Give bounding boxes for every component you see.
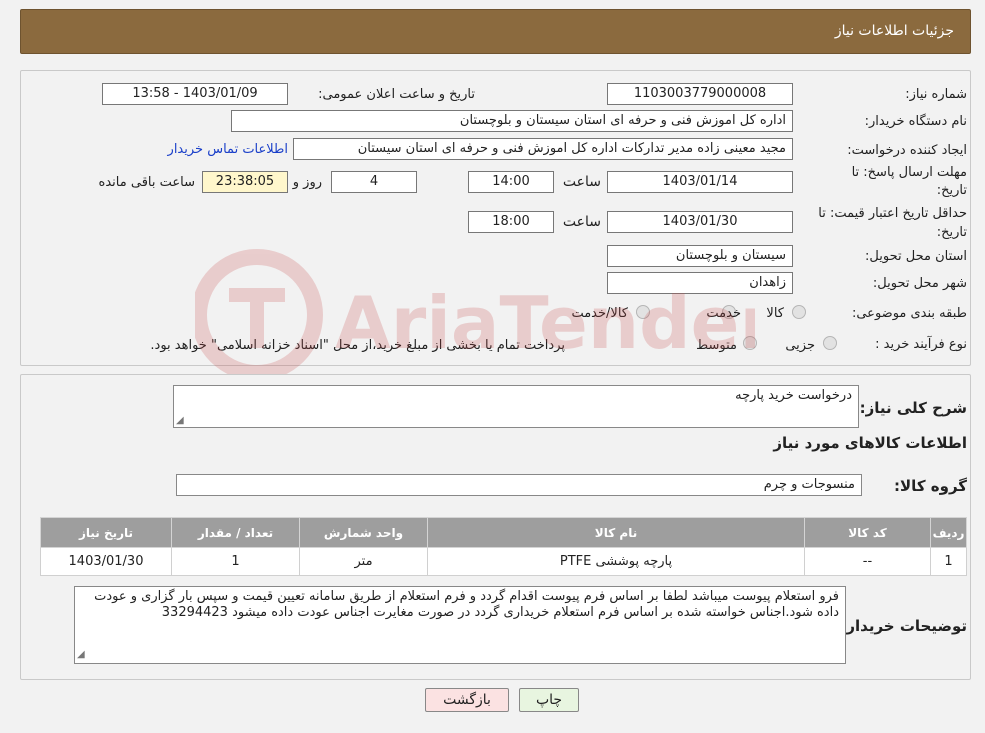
price-validity-time-label: ساعت	[562, 214, 601, 230]
col-code: کد کالا	[804, 517, 931, 548]
category-goods-service-label: کالا/خدمت	[571, 306, 628, 321]
goods-info-heading: اطلاعات کالاهای مورد نیاز	[773, 434, 967, 452]
cell-name: پارچه پوششی PTFE	[427, 547, 805, 576]
delivery-province-field: سیستان و بلوچستان	[607, 245, 793, 267]
buyer-notes-textarea[interactable]: فرو استعلام پیوست میباشد لطفا بر اساس فر…	[74, 586, 846, 664]
col-need-date: تاریخ نیاز	[40, 517, 172, 548]
delivery-city-field: زاهدان	[607, 272, 793, 294]
reply-time-label: ساعت	[562, 174, 601, 190]
goods-group-field: منسوجات و چرم	[176, 474, 862, 496]
price-validity-label-2: تاریخ:	[936, 225, 967, 240]
resize-grip-icon: ◢	[77, 649, 85, 660]
process-payment-note: پرداخت تمام یا بخشی از مبلغ خرید،از محل …	[150, 338, 565, 353]
reply-remaining-field: 23:38:05	[202, 171, 288, 193]
reply-time-field: 14:00	[468, 171, 554, 193]
page-title: جزئیات اطلاعات نیاز	[834, 23, 954, 39]
buyer-contact-link[interactable]: اطلاعات تماس خریدار	[168, 142, 288, 157]
col-qty: تعداد / مقدار	[171, 517, 300, 548]
price-validity-time-field: 18:00	[468, 211, 554, 233]
reply-deadline-label-2: تاریخ:	[936, 183, 967, 198]
cell-unit: متر	[299, 547, 428, 576]
announce-datetime-label: تاریخ و ساعت اعلان عمومی:	[318, 87, 475, 102]
delivery-province-label: استان محل تحویل:	[865, 249, 967, 264]
need-number-label: شماره نیاز:	[905, 87, 967, 102]
category-label: طبقه بندی موضوعی:	[851, 306, 967, 321]
process-medium-radio[interactable]	[743, 336, 757, 350]
cell-need-date: 1403/01/30	[40, 547, 172, 576]
page-header: جزئیات اطلاعات نیاز	[20, 9, 971, 54]
buyer-org-label: نام دستگاه خریدار:	[864, 114, 967, 129]
buyer-notes-label: توضیحات خریدار:	[840, 617, 967, 635]
need-number-field: 1103003779000008	[607, 83, 793, 105]
category-goods-radio[interactable]	[792, 305, 806, 319]
process-small-label: جزیی	[785, 338, 815, 353]
price-validity-label: حداقل تاریخ اعتبار قیمت: تا	[818, 206, 967, 221]
days-and-label: روز و	[292, 175, 322, 190]
cell-qty: 1	[171, 547, 300, 576]
remaining-label: ساعت باقی مانده	[98, 175, 195, 190]
back-button[interactable]: بازگشت	[425, 688, 509, 712]
category-goods-service-radio[interactable]	[636, 305, 650, 319]
resize-grip-icon: ◢	[176, 415, 184, 426]
reply-days-field: 4	[331, 171, 417, 193]
reply-date-field: 1403/01/14	[607, 171, 793, 193]
general-desc-label: شرح کلی نیاز:	[859, 399, 967, 417]
col-unit: واحد شمارش	[299, 517, 428, 548]
category-goods-label: کالا	[766, 306, 784, 321]
col-name: نام کالا	[427, 517, 805, 548]
buyer-org-field: اداره کل اموزش فنی و حرفه ای استان سیستا…	[231, 110, 793, 132]
category-service-label: خدمت	[706, 306, 741, 321]
goods-table-header: ردیف کد کالا نام کالا واحد شمارش تعداد /…	[40, 517, 967, 548]
requester-label: ایجاد کننده درخواست:	[847, 143, 967, 158]
requester-field: مجید معینی زاده مدیر تدارکات اداره کل ام…	[293, 138, 793, 160]
col-row: ردیف	[930, 517, 967, 548]
delivery-city-label: شهر محل تحویل:	[872, 276, 967, 291]
price-validity-date-field: 1403/01/30	[607, 211, 793, 233]
announce-datetime-field: 1403/01/09 - 13:58	[102, 83, 288, 105]
goods-group-label: گروه کالا:	[894, 477, 967, 495]
general-desc-textarea[interactable]: درخواست خرید پارچه	[173, 385, 859, 428]
print-button[interactable]: چاپ	[519, 688, 579, 712]
cell-row: 1	[930, 547, 967, 576]
process-type-label: نوع فرآیند خرید :	[875, 337, 967, 352]
process-small-radio[interactable]	[823, 336, 837, 350]
cell-code: --	[804, 547, 931, 576]
table-row: 1 -- پارچه پوششی PTFE متر 1 1403/01/30	[40, 547, 967, 576]
process-medium-label: متوسط	[696, 338, 737, 353]
reply-deadline-label: مهلت ارسال پاسخ: تا	[851, 165, 967, 180]
goods-table: ردیف کد کالا نام کالا واحد شمارش تعداد /…	[40, 517, 967, 576]
